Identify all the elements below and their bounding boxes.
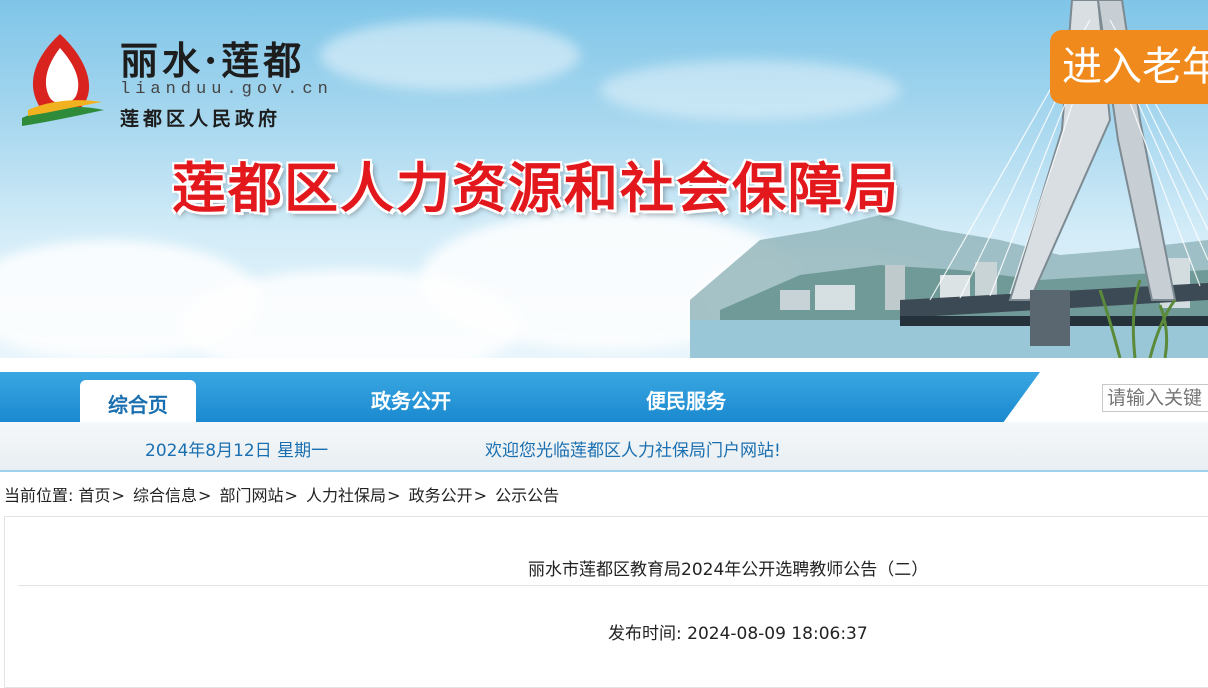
breadcrumb-item-dept[interactable]: 部门网站: [220, 486, 284, 505]
breadcrumb-item-gov-affairs[interactable]: 政务公开: [409, 486, 473, 505]
breadcrumb: 当前位置: 首页> 综合信息> 部门网站> 人力社保局> 政务公开> 公示公告: [4, 482, 559, 506]
site-title: 莲都区人力资源和社会保障局: [172, 157, 900, 220]
breadcrumb-separator: >: [111, 486, 125, 505]
publish-time: 发布时间: 2024-08-09 18:06:37: [608, 624, 868, 644]
breadcrumb-item-info[interactable]: 综合信息: [133, 486, 197, 505]
current-date: 2024年8月12日 星期一: [145, 441, 329, 461]
header-banner: 丽水·莲都 lianduu.gov.cn 莲都区人民政府 莲都区人力资源和社会保…: [0, 0, 1208, 358]
nav-tab-gov-affairs[interactable]: 政务公开: [371, 372, 451, 422]
logo-domain: lianduu.gov.cn: [120, 80, 333, 99]
article-title: 丽水市莲都区教育局2024年公开选聘教师公告（二）: [528, 560, 929, 580]
breadcrumb-item-home[interactable]: 首页: [79, 486, 111, 505]
breadcrumb-separator: >: [284, 486, 298, 505]
nav-tab-services[interactable]: 便民服务: [646, 372, 726, 422]
welcome-message: 欢迎您光临莲都区人力社保局门户网站!: [485, 441, 781, 461]
logo-title: 丽水·莲都: [120, 38, 306, 83]
breadcrumb-item-bureau[interactable]: 人力社保局: [306, 486, 386, 505]
breadcrumb-separator: >: [387, 486, 401, 505]
breadcrumb-item-notices[interactable]: 公示公告: [495, 486, 559, 505]
nav-tab-home[interactable]: 综合页: [80, 380, 196, 424]
title-divider: [18, 585, 1208, 586]
article-panel: [4, 516, 1208, 688]
lotus-logo-icon: [22, 34, 104, 126]
search-input[interactable]: [1102, 384, 1208, 412]
breadcrumb-separator: >: [198, 486, 212, 505]
breadcrumb-separator: >: [473, 486, 487, 505]
elder-mode-button[interactable]: 进入老年: [1050, 30, 1208, 104]
breadcrumb-prefix: 当前位置:: [4, 486, 74, 505]
logo-subtitle: 莲都区人民政府: [120, 108, 282, 130]
